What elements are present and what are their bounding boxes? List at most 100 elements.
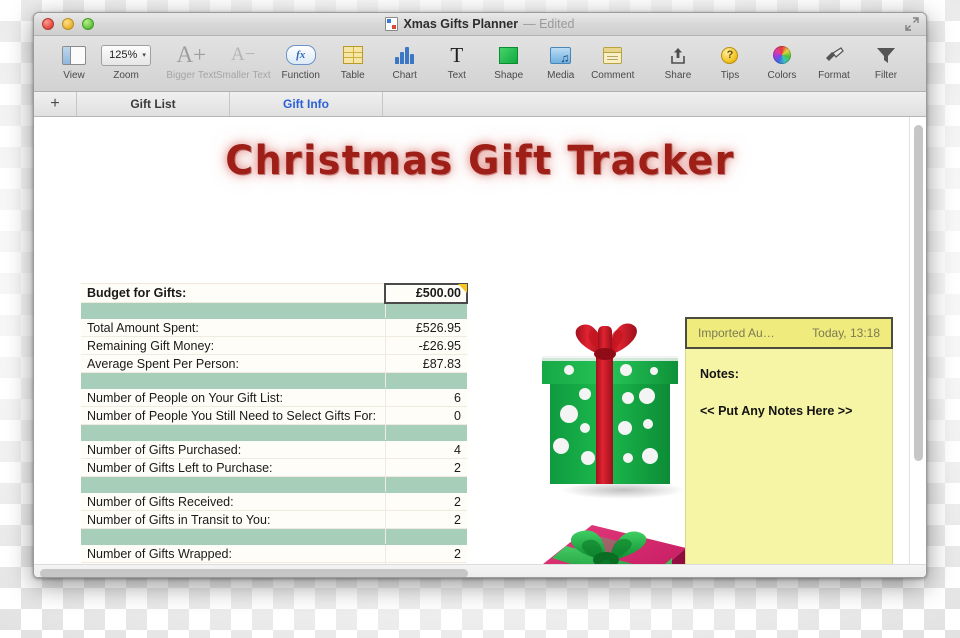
chart-bar-icon <box>394 41 415 69</box>
table-cell-value[interactable]: 0 <box>384 406 467 425</box>
share-upload-icon <box>670 41 686 69</box>
sheet-title-text: Christmas Gift Tracker <box>225 138 735 184</box>
table-cell-label[interactable]: Number of People You Still Need to Selec… <box>81 406 385 425</box>
table-cell-label[interactable]: Budget for Gifts: <box>81 283 385 303</box>
toolbar-filter-button[interactable]: Filter <box>860 41 912 81</box>
toolbar-share-button[interactable]: Share <box>652 41 704 81</box>
toolbar-bigger-text-label: Bigger Text <box>166 70 217 81</box>
table-cell-label[interactable]: Number of Gifts Purchased: <box>81 440 385 459</box>
bigger-text-icon: A+ <box>176 41 206 69</box>
sheet-tab-gift-list[interactable]: Gift List <box>77 92 230 116</box>
vertical-scrollbar[interactable] <box>914 125 923 461</box>
chevron-down-icon: ▾ <box>142 51 146 59</box>
table-cell-label[interactable]: Total Amount Spent: <box>81 318 385 337</box>
close-button[interactable] <box>42 18 54 30</box>
toolbar-view-button[interactable]: View <box>48 41 100 81</box>
media-icon <box>550 41 572 69</box>
sheet-canvas[interactable]: Christmas Gift Tracker Budget for Gifts:… <box>34 117 926 577</box>
table-cell-label[interactable]: Number of Gifts Wrapped: <box>81 544 385 563</box>
table-cell-label[interactable]: Average Spent Per Person: <box>81 354 385 373</box>
bigger-text-glyph: A+ <box>176 42 207 67</box>
table-cell-label[interactable]: Number of People on Your Gift List: <box>81 388 385 407</box>
smaller-text-glyph: A− <box>231 44 256 65</box>
toolbar-media-button[interactable]: Media <box>535 41 587 81</box>
table-cell-value[interactable]: 4 <box>384 440 467 459</box>
colors-wheel-icon <box>772 41 791 69</box>
table-cell-value-selected[interactable]: £500.00 <box>384 282 468 304</box>
table-row[interactable]: Budget for Gifts: £500.00 <box>81 282 468 304</box>
toolbar-colors-button[interactable]: Colors <box>756 41 808 81</box>
fullscreen-expand-icon[interactable] <box>905 17 919 31</box>
notes-body[interactable]: Notes: << Put Any Notes Here >> <box>686 349 892 418</box>
sheet-tab-gift-info[interactable]: Gift Info <box>230 92 383 116</box>
minimize-button[interactable] <box>62 18 74 30</box>
notes-timestamp: Today, 13:18 <box>812 326 880 340</box>
window-edited-status: — Edited <box>523 17 575 31</box>
horizontal-scrollbar-thumb[interactable] <box>40 569 468 577</box>
toolbar-smaller-text-button[interactable]: A− Smaller Text <box>216 41 271 81</box>
table-row[interactable]: Number of Gifts Left to Purchase: 2 <box>81 458 467 477</box>
green-polka-dot-gift-box-image[interactable] <box>528 318 703 500</box>
window-titlebar[interactable]: Xmas Gifts Planner — Edited <box>34 13 926 36</box>
table-cell-label[interactable]: Remaining Gift Money: <box>81 336 385 355</box>
text-t-glyph: T <box>450 43 464 67</box>
toolbar-chart-button[interactable]: Chart <box>379 41 431 81</box>
table-separator-row <box>81 302 467 319</box>
view-sidebar-icon <box>62 41 86 69</box>
table-row[interactable]: Number of Gifts Purchased: 4 <box>81 440 467 459</box>
table-separator-row <box>81 528 467 545</box>
table-cell-label[interactable]: Number of Gifts Received: <box>81 492 385 511</box>
toolbar-filter-label: Filter <box>874 70 898 81</box>
toolbar-share-label: Share <box>664 70 692 81</box>
text-t-icon: T <box>450 41 463 69</box>
zoom-popup-icon[interactable]: 125% ▾ <box>101 41 151 69</box>
toolbar-zoom-control[interactable]: 125% ▾ Zoom <box>100 41 152 81</box>
notes-comment-panel[interactable]: Imported Au… Today, 13:18 Notes: << Put … <box>685 317 893 577</box>
table-cell-value[interactable]: 2 <box>384 458 467 477</box>
window-traffic-lights <box>34 18 94 30</box>
table-cell-value[interactable]: 2 <box>384 492 467 511</box>
table-cell-label[interactable]: Number of Gifts in Transit to You: <box>81 510 385 529</box>
toolbar-table-button[interactable]: Table <box>327 41 379 81</box>
tips-help-icon: ? <box>721 41 739 69</box>
toolbar-format-button[interactable]: Format <box>808 41 860 81</box>
table-cell-value[interactable]: 6 <box>384 388 467 407</box>
add-sheet-button[interactable]: + <box>34 92 77 116</box>
toolbar-text-label: Text <box>447 70 466 81</box>
gift-summary-table[interactable]: Budget for Gifts: £500.00 Total Amount S… <box>81 282 468 577</box>
toolbar-zoom-label: Zoom <box>113 70 139 81</box>
toolbar-comment-button[interactable]: Comment <box>587 41 639 81</box>
table-row[interactable]: Number of Gifts in Transit to You: 2 <box>81 510 467 529</box>
table-row[interactable]: Total Amount Spent: £526.95 <box>81 318 467 337</box>
table-row[interactable]: Average Spent Per Person: £87.83 <box>81 354 467 373</box>
table-cell-value[interactable]: £87.83 <box>384 354 467 373</box>
toolbar-comment-label: Comment <box>591 70 635 81</box>
toolbar-media-label: Media <box>547 70 575 81</box>
notes-header[interactable]: Imported Au… Today, 13:18 <box>685 317 893 349</box>
toolbar-function-button[interactable]: fx Function <box>275 41 327 81</box>
tips-question-glyph: ? <box>721 46 739 64</box>
toolbar-shape-button[interactable]: Shape <box>483 41 535 81</box>
toolbar-text-button[interactable]: T Text <box>431 41 483 81</box>
main-toolbar: View 125% ▾ Zoom A+ Bigger Text A− Small… <box>34 36 926 92</box>
table-row[interactable]: Number of Gifts Received: 2 <box>81 492 467 511</box>
table-row[interactable]: Number of Gifts Wrapped: 2 <box>81 544 467 563</box>
table-row[interactable]: Number of People on Your Gift List: 6 <box>81 388 467 407</box>
zoom-button[interactable] <box>82 18 94 30</box>
toolbar-tips-button[interactable]: ? Tips <box>704 41 756 81</box>
table-row[interactable]: Number of People You Still Need to Selec… <box>81 406 467 425</box>
table-cell-value[interactable]: 2 <box>384 544 467 563</box>
table-separator-row <box>81 424 467 441</box>
horizontal-scrollbar-track[interactable] <box>34 564 926 577</box>
toolbar-bigger-text-button[interactable]: A+ Bigger Text <box>165 41 217 81</box>
comment-icon <box>603 41 623 69</box>
sheet-canvas-area: Christmas Gift Tracker Budget for Gifts:… <box>34 117 926 577</box>
filter-funnel-icon <box>876 41 896 69</box>
notes-placeholder-text[interactable]: << Put Any Notes Here >> <box>700 404 878 418</box>
toolbar-tips-label: Tips <box>720 70 740 81</box>
table-row[interactable]: Remaining Gift Money: -£26.95 <box>81 336 467 355</box>
table-cell-value[interactable]: 2 <box>384 510 467 529</box>
table-cell-value[interactable]: -£26.95 <box>384 336 467 355</box>
table-cell-value[interactable]: £526.95 <box>384 318 467 337</box>
table-cell-label[interactable]: Number of Gifts Left to Purchase: <box>81 458 385 477</box>
